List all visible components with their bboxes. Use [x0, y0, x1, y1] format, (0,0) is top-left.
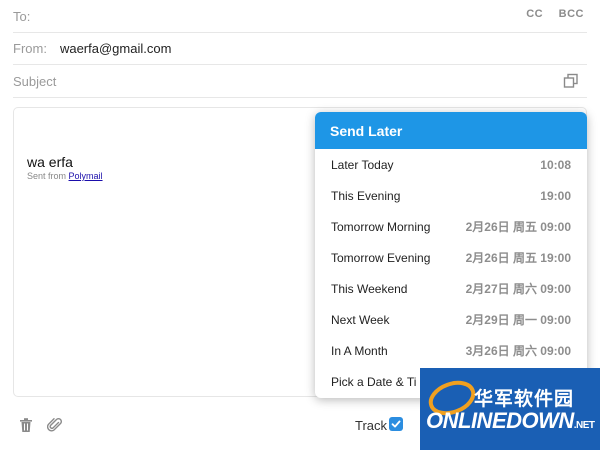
- track-label: Track: [355, 418, 388, 433]
- option-tomorrow-morning[interactable]: Tomorrow Morning 2月26日 周五 09:00: [315, 211, 587, 242]
- trash-icon[interactable]: [18, 417, 34, 433]
- option-tomorrow-evening[interactable]: Tomorrow Evening 2月26日 周五 19:00: [315, 242, 587, 273]
- option-in-a-month[interactable]: In A Month 3月26日 周六 09:00: [315, 335, 587, 366]
- option-label: In A Month: [331, 343, 388, 358]
- to-field[interactable]: To: CC BCC: [13, 0, 587, 33]
- option-label: This Weekend: [331, 281, 408, 296]
- subject-placeholder[interactable]: Subject: [13, 74, 56, 89]
- option-later-today[interactable]: Later Today 10:08: [315, 149, 587, 180]
- send-later-popup: Send Later Later Today 10:08 This Evenin…: [315, 112, 587, 398]
- watermark-en: ONLINEDOWN.NET: [426, 408, 595, 434]
- polymail-link[interactable]: Polymail: [69, 171, 103, 181]
- option-this-weekend[interactable]: This Weekend 2月27日 周六 09:00: [315, 273, 587, 304]
- option-time: 3月26日 周六 09:00: [465, 344, 571, 358]
- subject-field[interactable]: Subject: [13, 65, 587, 98]
- paperclip-icon[interactable]: [47, 417, 63, 433]
- option-time: 10:08: [540, 157, 571, 172]
- option-this-evening[interactable]: This Evening 19:00: [315, 180, 587, 211]
- cc-bcc-group: CC BCC: [514, 8, 584, 20]
- watermark-en-text: ONLINEDOWN: [426, 408, 574, 433]
- option-time: 2月26日 周五 19:00: [465, 251, 571, 265]
- from-field[interactable]: From: waerfa@gmail.com: [13, 32, 587, 65]
- option-time: 2月26日 周五 09:00: [465, 220, 571, 234]
- sent-from-prefix: Sent from: [27, 171, 67, 181]
- option-label: Pick a Date & Ti: [331, 374, 417, 389]
- to-label: To:: [13, 8, 31, 24]
- option-label: Next Week: [331, 312, 390, 327]
- watermark-net: .NET: [573, 420, 595, 431]
- option-time: 19:00: [540, 188, 571, 203]
- signature-name: wa erfa: [27, 154, 73, 170]
- watermark-cn: 华军软件园: [474, 389, 575, 410]
- checkmark-icon: [391, 420, 401, 428]
- option-time: 2月29日 周一 09:00: [465, 313, 571, 327]
- option-label: Tomorrow Morning: [331, 219, 431, 234]
- option-label: Later Today: [331, 157, 394, 172]
- signature-sent-from: Sent from Polymail: [27, 171, 103, 181]
- popout-icon[interactable]: [563, 73, 579, 89]
- from-label: From:: [13, 40, 47, 56]
- option-label: Tomorrow Evening: [331, 250, 431, 265]
- track-checkbox[interactable]: [389, 417, 403, 431]
- bcc-button[interactable]: BCC: [559, 8, 584, 20]
- cc-button[interactable]: CC: [526, 8, 543, 20]
- watermark-logo: 华军软件园 ONLINEDOWN.NET: [420, 368, 600, 450]
- option-time: 2月27日 周六 09:00: [465, 282, 571, 296]
- send-later-title: Send Later: [315, 112, 587, 149]
- from-value[interactable]: waerfa@gmail.com: [60, 41, 171, 56]
- option-next-week[interactable]: Next Week 2月29日 周一 09:00: [315, 304, 587, 335]
- option-label: This Evening: [331, 188, 401, 203]
